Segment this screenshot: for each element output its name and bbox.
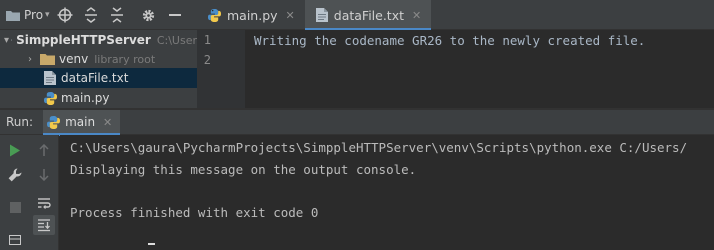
minimize-icon <box>168 14 181 16</box>
scroll-down-button[interactable] <box>33 165 55 185</box>
library-root-hint: library root <box>94 52 156 66</box>
text-file-icon <box>44 71 56 85</box>
run-label: Run: <box>6 115 34 129</box>
tree-item-project-root[interactable]: ▾ SimppleHTTPServer C:\User <box>0 30 197 50</box>
close-icon[interactable]: ✕ <box>286 9 295 22</box>
locate-file-button[interactable] <box>54 4 76 26</box>
expand-all-icon <box>84 7 97 23</box>
scroll-up-button[interactable] <box>33 140 55 160</box>
chevron-down-icon[interactable]: ▾ <box>4 35 9 46</box>
tab-datafile-txt[interactable]: dataFile.txt ✕ <box>304 0 432 31</box>
text-file-icon <box>315 8 328 22</box>
project-view-selector[interactable]: Pro ▾ <box>6 0 50 30</box>
run-console-output[interactable]: C:\Users\gaura\PycharmProjects\SimppleHT… <box>60 135 714 250</box>
tab-label: main.py <box>227 7 278 23</box>
line-number-gutter: 1 2 <box>197 30 245 108</box>
run-toolbar: Run: main ✕ <box>0 109 714 136</box>
gear-icon <box>142 9 155 21</box>
crosshair-icon <box>57 7 73 23</box>
run-side-toolbar-secondary <box>30 135 59 250</box>
stop-icon <box>9 201 21 213</box>
arrow-down-icon <box>39 169 49 181</box>
collapse-all-icon <box>110 7 123 23</box>
folder-icon <box>40 54 55 65</box>
collapse-all-button[interactable] <box>106 4 128 26</box>
console-line: Displaying this message on the output co… <box>70 162 417 177</box>
tab-main-py[interactable]: main.py ✕ <box>197 0 305 30</box>
play-icon <box>10 144 20 156</box>
python-file-icon <box>44 91 57 105</box>
expand-all-button[interactable] <box>80 4 102 26</box>
console-line: Process finished with exit code 0 <box>70 205 319 220</box>
chevron-down-icon: ▾ <box>45 10 50 20</box>
project-root-path: C:\User <box>156 33 197 47</box>
project-view-label: Pro <box>24 8 44 22</box>
console-line: C:\Users\gaura\PycharmProjects\SimppleHT… <box>70 140 688 155</box>
layout-icon <box>9 235 21 245</box>
tree-item-label: dataFile.txt <box>61 71 129 85</box>
run-side-toolbar-primary <box>0 135 30 250</box>
folder-icon <box>6 10 20 21</box>
top-bar: Pro ▾ main.py ✕ dataFile.txt ✕ <box>0 0 714 31</box>
chevron-right-icon[interactable]: › <box>24 54 36 65</box>
scroll-to-end-button[interactable] <box>33 215 55 235</box>
line-number: 1 <box>203 33 211 47</box>
editor-tabs: main.py ✕ dataFile.txt ✕ <box>197 0 432 31</box>
run-tab-label: main <box>65 115 96 129</box>
stop-button[interactable] <box>4 197 26 217</box>
tree-item-venv[interactable]: › venv library root <box>0 49 197 69</box>
python-file-icon <box>47 115 61 129</box>
arrow-up-icon <box>39 144 49 156</box>
scroll-to-end-icon <box>38 219 50 232</box>
tree-item-datafile[interactable]: dataFile.txt <box>0 68 197 88</box>
hide-panel-button[interactable] <box>164 4 186 26</box>
close-icon[interactable]: ✕ <box>103 116 112 129</box>
tab-label: dataFile.txt <box>333 7 405 23</box>
line-number: 2 <box>203 53 211 67</box>
soft-wrap-icon <box>38 198 51 209</box>
project-tree: ▾ SimppleHTTPServer C:\User › venv libra… <box>0 30 197 108</box>
tree-item-label: venv <box>59 52 89 66</box>
restore-layout-button[interactable] <box>4 230 26 250</box>
wrench-icon <box>8 168 22 182</box>
tree-item-main-py[interactable]: main.py <box>0 88 197 108</box>
tree-item-label: main.py <box>61 91 110 105</box>
folder-icon <box>11 39 13 41</box>
soft-wrap-button[interactable] <box>33 193 55 213</box>
console-caret <box>148 243 155 245</box>
close-icon[interactable]: ✕ <box>412 9 421 22</box>
run-tab-main[interactable]: main ✕ <box>43 109 121 136</box>
code-editor[interactable]: Writing the codename GR26 to the newly c… <box>245 30 714 108</box>
rerun-button[interactable] <box>4 140 26 160</box>
settings-button[interactable] <box>138 4 160 26</box>
edit-configuration-button[interactable] <box>4 165 26 185</box>
editor-line: Writing the codename GR26 to the newly c… <box>254 33 646 48</box>
python-file-icon <box>208 8 221 22</box>
project-toolbar: Pro ▾ <box>0 0 197 30</box>
project-root-name: SimppleHTTPServer <box>16 33 151 47</box>
